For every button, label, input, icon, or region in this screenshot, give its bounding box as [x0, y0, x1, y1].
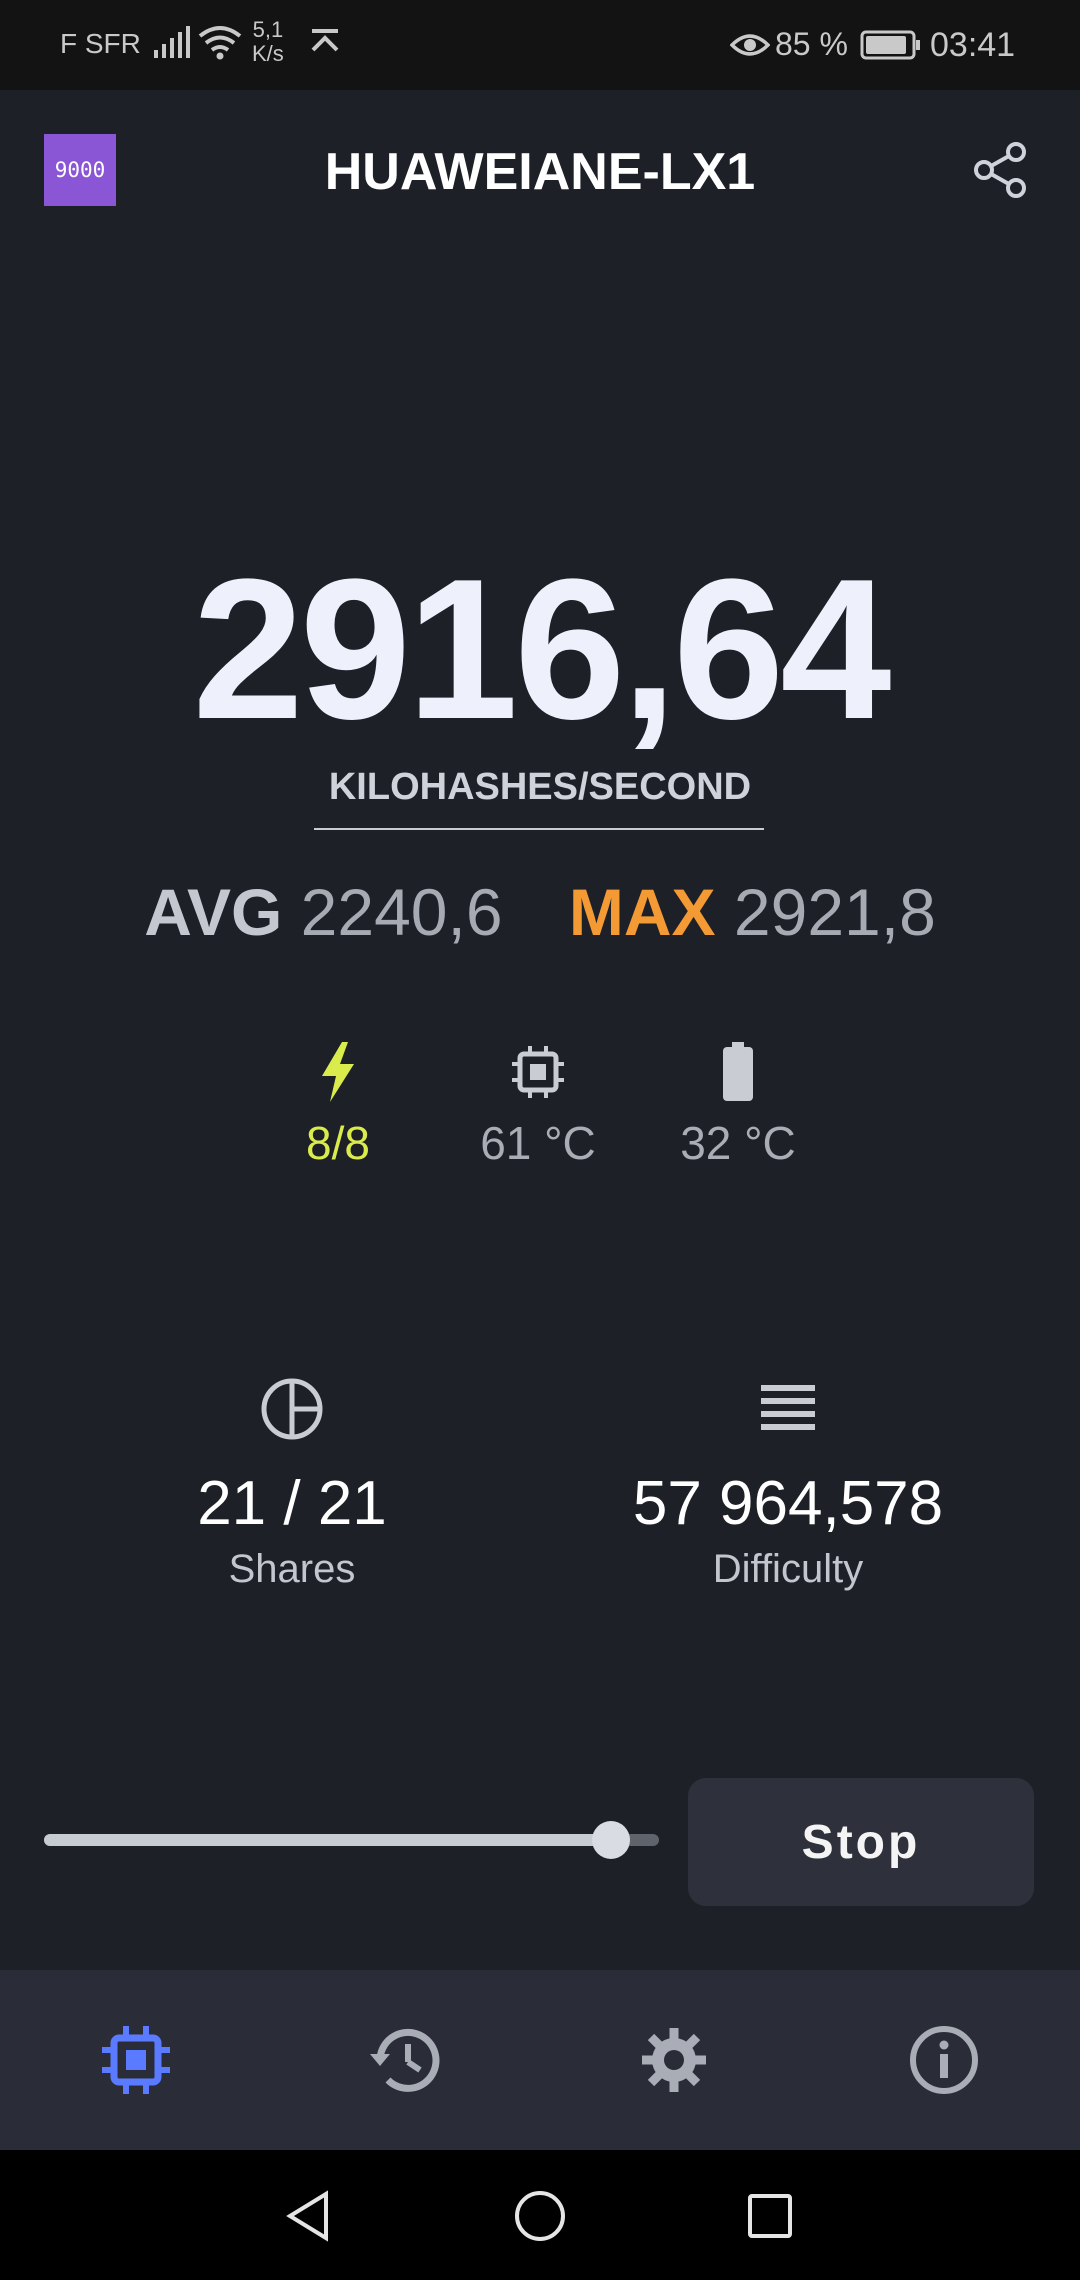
avg-value: 2240,6	[300, 875, 503, 949]
battery-temp-value: 32 °C	[680, 1117, 796, 1169]
miner-icon	[102, 2026, 170, 2094]
home-icon	[515, 2191, 565, 2241]
nav-info[interactable]	[906, 2022, 982, 2098]
share-icon	[974, 142, 1026, 198]
battery-percent: 85 %	[775, 26, 848, 62]
upload-arrow-icon	[308, 28, 342, 59]
threads-stat: 8/8	[248, 1040, 428, 1170]
difficulty-value: 57 964,578	[632, 1469, 944, 1538]
recents-button[interactable]	[740, 2186, 800, 2246]
nav-history[interactable]	[366, 2022, 442, 2098]
network-speed: 5,1 K/s	[252, 18, 284, 66]
recents-icon	[748, 2194, 792, 2238]
hashrate-value: 2916,64	[192, 538, 892, 761]
share-button[interactable]	[968, 138, 1032, 202]
network-speed-value: 5,1	[252, 17, 284, 42]
threads-value: 8/8	[306, 1117, 370, 1169]
back-button[interactable]	[278, 2186, 338, 2246]
signal-icon	[152, 26, 190, 65]
history-icon	[370, 2028, 440, 2092]
cpu-temp-value: 61 °C	[480, 1117, 596, 1169]
cpu-temp-stat: 61 °C	[448, 1040, 628, 1170]
clock: 03:41	[930, 26, 1016, 64]
slider-thumb[interactable]	[592, 1821, 631, 1859]
hashrate-stats: AVG 2240,6 MAX 2921,8	[0, 872, 1080, 952]
status-bar: F SFR 5,1 K/s 85 % 03:41	[0, 0, 1080, 90]
cpu-icon	[448, 1040, 628, 1104]
max-value: 2921,8	[733, 875, 936, 949]
settings-icon	[642, 2028, 706, 2092]
hashrate-unit: KILOHASHES/SECOND	[328, 766, 752, 808]
lightning-icon	[248, 1040, 428, 1104]
network-speed-unit: K/s	[252, 41, 284, 66]
device-name: HUAWEIANE-LX1	[324, 143, 756, 201]
stop-button[interactable]: Stop	[688, 1778, 1034, 1906]
system-nav-bar	[0, 2150, 1080, 2280]
nav-miner[interactable]	[98, 2022, 174, 2098]
pie-chart-icon	[82, 1374, 502, 1444]
carrier-label: F SFR	[60, 28, 141, 59]
eye-comfort-icon	[729, 30, 771, 65]
battery-icon	[860, 30, 922, 65]
shares-stat: 21 / 21 Shares	[82, 1374, 502, 1592]
info-icon	[910, 2026, 978, 2094]
back-icon	[286, 2190, 328, 2242]
difficulty-label: Difficulty	[712, 1547, 864, 1591]
slider-fill	[44, 1834, 612, 1846]
stack-lines-icon	[578, 1374, 998, 1444]
avg-label: AVG	[144, 875, 283, 949]
difficulty-stat: 57 964,578 Difficulty	[578, 1374, 998, 1592]
home-button[interactable]	[510, 2186, 570, 2246]
divider	[314, 828, 764, 830]
battery-temp-stat: 32 °C	[648, 1040, 828, 1170]
max-label: MAX	[568, 875, 716, 949]
shares-value: 21 / 21	[197, 1469, 387, 1538]
bottom-nav	[0, 1970, 1080, 2150]
battery-icon	[648, 1040, 828, 1104]
nav-settings[interactable]	[636, 2022, 712, 2098]
shares-label: Shares	[228, 1547, 356, 1591]
cpu-usage-slider[interactable]	[44, 1820, 659, 1860]
wifi-icon	[198, 24, 242, 67]
